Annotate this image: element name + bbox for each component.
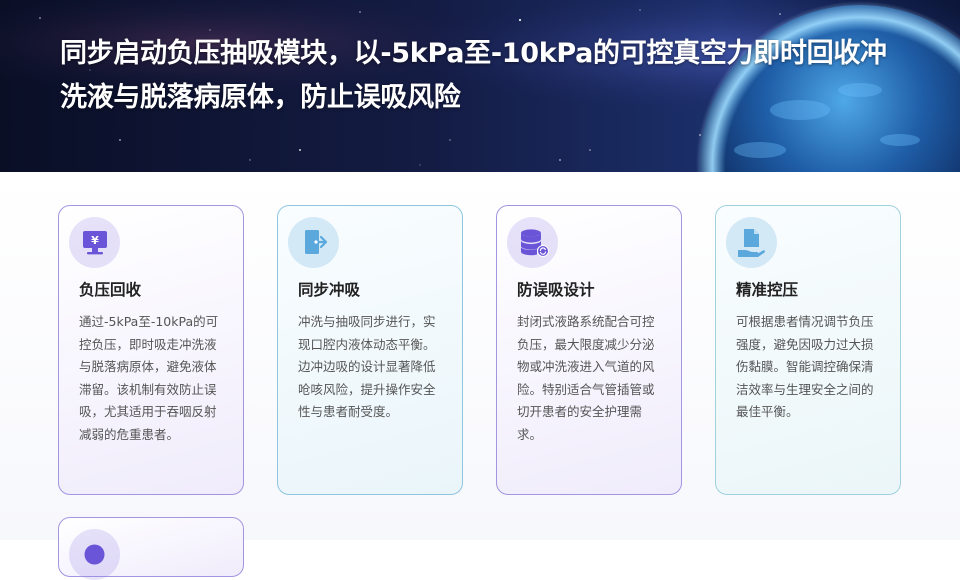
card-title: 同步冲吸	[298, 281, 361, 299]
feature-card-negative-pressure: ¥ 负压回收 通过-5kPa至-10kPa的可控负压，即时吸走冲洗液与脱落病原体…	[58, 205, 244, 495]
feature-card-partial	[58, 517, 244, 580]
hero-banner: 同步启动负压抽吸模块，以-5kPa至-10kPa的可控真空力即时回收冲洗液与脱落…	[0, 0, 960, 172]
feature-card-precise-pressure: 精准控压 可根据患者情况调节负压强度，避免因吸力过大损伤黏膜。智能调控确保清洁效…	[715, 205, 901, 495]
card-description: 冲洗与抽吸同步进行，实现口腔内液体动态平衡。边冲边吸的设计显著降低呛咳风险，提升…	[298, 314, 436, 419]
card-title: 负压回收	[79, 281, 142, 299]
card-description: 封闭式液路系统配合可控负压，最大限度减少分泌物或冲洗液进入气道的风险。特别适合气…	[517, 314, 655, 442]
door-exit-icon	[288, 217, 339, 268]
card-description: 可根据患者情况调节负压强度，避免因吸力过大损伤黏膜。智能调控确保清洁效率与生理安…	[736, 314, 874, 419]
feature-section: ¥ 负压回收 通过-5kPa至-10kPa的可控负压，即时吸走冲洗液与脱落病原体…	[0, 172, 960, 580]
database-sync-icon	[507, 217, 558, 268]
feature-card-anti-aspiration: 防误吸设计 封闭式液路系统配合可控负压，最大限度减少分泌物或冲洗液进入气道的风险…	[496, 205, 682, 495]
document-hand-icon	[726, 217, 777, 268]
feature-card-sync-flush: 同步冲吸 冲洗与抽吸同步进行，实现口腔内液体动态平衡。边冲边吸的设计显著降低呛咳…	[277, 205, 463, 495]
page-title: 同步启动负压抽吸模块，以-5kPa至-10kPa的可控真空力即时回收冲洗液与脱落…	[60, 38, 887, 113]
svg-text:¥: ¥	[91, 234, 99, 247]
money-monitor-icon: ¥	[69, 217, 120, 268]
card-title: 防误吸设计	[517, 281, 595, 299]
card-title: 精准控压	[736, 281, 799, 299]
card-description: 通过-5kPa至-10kPa的可控负压，即时吸走冲洗液与脱落病原体，避免液体滞留…	[79, 314, 219, 442]
feature-icon	[69, 529, 120, 580]
